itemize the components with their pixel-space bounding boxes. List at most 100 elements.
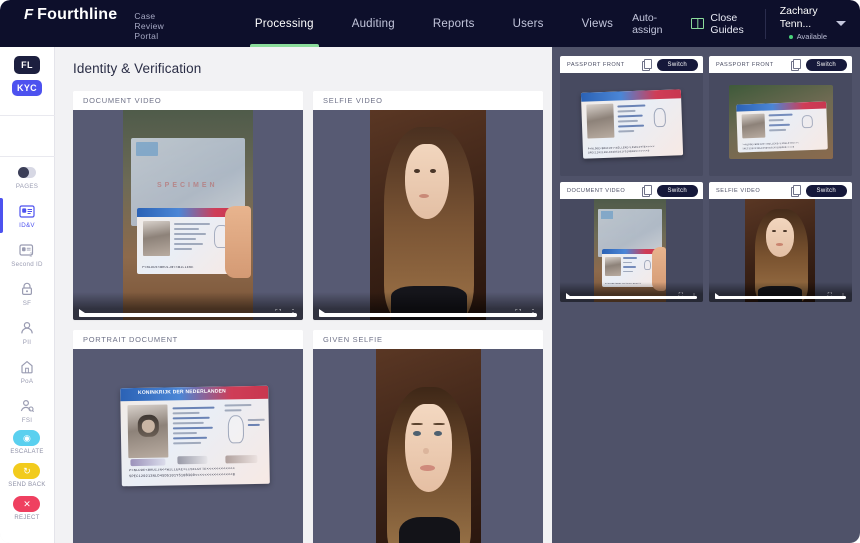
sidebar-item-label: SF (22, 300, 32, 307)
sidebar-item-idv[interactable]: ID&V (0, 196, 55, 235)
card-title: DOCUMENT VIDEO (73, 91, 303, 110)
rp-card-title: SELFIE VIDEO (716, 187, 761, 194)
close-icon: ✕ (13, 496, 41, 512)
sidebar-actions: ◉ ESCALATE ↻ SEND BACK ✕ REJECT (8, 430, 45, 543)
id-card-two-icon: 2 (18, 242, 36, 258)
video-controls[interactable]: ⛶ ⋮ (709, 282, 852, 302)
rp-card-header: PASSPORT FRONT Switch (560, 56, 703, 73)
refresh-icon: ↻ (13, 463, 41, 479)
switch-button[interactable]: Switch (656, 184, 698, 197)
switch-button[interactable]: Switch (805, 58, 847, 71)
selfie-video-player[interactable]: ⛶ ⋮ (313, 110, 543, 320)
given-selfie-image[interactable] (313, 349, 543, 543)
rp-media[interactable]: P<NLDDE<BRUIJN<<WILLEKE<LISELOTTE<<<<< SP… (560, 73, 703, 176)
user-menu-text: Zachary Tenn... Available (780, 5, 827, 42)
user-status: Available (780, 31, 827, 42)
book-icon (691, 18, 705, 29)
rp-card-passport-front-scan: PASSPORT FRONT Switch P<NLDDE<BRUIJN<<WI… (560, 56, 703, 176)
sidebar-item-label: FSI (21, 417, 33, 424)
video-scrubber[interactable] (79, 313, 297, 317)
escalate-button[interactable]: ◉ ESCALATE (10, 430, 43, 455)
sidebar-item-label: PII (22, 339, 32, 346)
tab-reports[interactable]: Reports (414, 0, 494, 47)
sidebar-item-poa[interactable]: PoA (0, 352, 55, 391)
brand-subtitle: Case Review Portal (134, 11, 165, 41)
hand (225, 206, 251, 278)
video-controls[interactable]: ⛶ ⋮ (73, 292, 303, 320)
video-scrubber[interactable] (319, 313, 537, 317)
tab-processing[interactable]: Processing (236, 0, 333, 47)
top-navigation-bar: F Fourthline Case Review Portal Processi… (0, 0, 860, 47)
brand-name: Fourthline (37, 6, 118, 23)
copy-icon[interactable] (641, 185, 653, 197)
rp-card-title: PASSPORT FRONT (716, 61, 774, 68)
video-scrubber[interactable] (566, 296, 697, 299)
card-selfie-video: SELFIE VIDEO ⛶ ⋮ (313, 91, 543, 320)
rp-card-header: DOCUMENT VIDEO Switch (560, 182, 703, 199)
sidebar-item-label: Second ID (11, 261, 43, 268)
user-menu[interactable]: Zachary Tenn... Available (764, 5, 860, 41)
card-title: SELFIE VIDEO (313, 91, 543, 110)
document-video-player[interactable]: SPECIMEN P<NLDDE<BRUIJN<<WILLEKE ⛶ ⋮ (73, 110, 303, 320)
video-controls[interactable]: ⛶ ⋮ (313, 292, 543, 320)
sidebar-item-label: PoA (20, 378, 34, 385)
rp-media[interactable]: P<NLDDE<BRUIJN<<WILLEKE<LISELOTTE<<< SPEC… (709, 73, 852, 176)
rp-card-title: DOCUMENT VIDEO (567, 187, 626, 194)
rp-card-title: PASSPORT FRONT (567, 61, 625, 68)
video-scrubber[interactable] (715, 296, 846, 299)
rp-card-header: SELFIE VIDEO Switch (709, 182, 852, 199)
sidebar-item-sf[interactable]: SF (0, 274, 55, 313)
user-status-label: Available (796, 32, 827, 41)
send-back-label: SEND BACK (8, 482, 46, 488)
id-card-icon (18, 203, 36, 219)
tab-auditing[interactable]: Auditing (333, 0, 414, 47)
rp-media[interactable]: P<NLDDE<BRUIJN<<WILLEKE<<< ⛶ ⋮ (560, 199, 703, 302)
sidebar-toggle-pages[interactable]: PAGES (0, 157, 55, 196)
photo-frame (376, 349, 481, 543)
fourthline-logo-icon: F (24, 6, 34, 23)
rp-card-passport-front-photo: PASSPORT FRONT Switch P<NLDDE<BRUIJN<<WI… (709, 56, 852, 176)
toggle-switch-icon[interactable] (18, 164, 36, 180)
tab-users[interactable]: Users (494, 0, 563, 47)
reject-button[interactable]: ✕ REJECT (13, 496, 41, 521)
media-card-grid: DOCUMENT VIDEO SPECIMEN P<NLDDE<BRUIJN<<… (55, 76, 552, 543)
nav-right-group: Auto-assign Close Guides Zachary Tenn...… (632, 0, 860, 47)
person-portrait (370, 110, 486, 320)
card-given-selfie: GIVEN SELFIE (313, 330, 543, 543)
auto-assign-button[interactable]: Auto-assign (632, 12, 669, 36)
user-name: Zachary Tenn... (779, 5, 818, 30)
rp-media[interactable]: ⛶ ⋮ (709, 199, 852, 302)
reject-label: REJECT (14, 515, 40, 521)
status-dot-icon (788, 34, 793, 39)
person-search-icon (18, 398, 36, 414)
card-portrait-document: PORTRAIT DOCUMENT KONINKRIJK DER NEDERLA… (73, 330, 303, 543)
brand: F Fourthline Case Review Portal (0, 6, 170, 41)
card-title: PORTRAIT DOCUMENT (73, 330, 303, 349)
send-back-button[interactable]: ↻ SEND BACK (8, 463, 45, 488)
sidebar-divider-top (0, 115, 55, 117)
copy-icon[interactable] (790, 185, 802, 197)
escalate-label: ESCALATE (10, 449, 44, 455)
chevron-down-icon[interactable] (836, 21, 846, 26)
sidebar-item-second-id[interactable]: 2 Second ID (0, 235, 55, 274)
card-document-video: DOCUMENT VIDEO SPECIMEN P<NLDDE<BRUIJN<<… (73, 91, 303, 320)
home-icon (18, 359, 36, 375)
rp-card-selfie-video: SELFIE VIDEO Switch ⛶ ⋮ (709, 182, 852, 302)
sidebar-item-fsi[interactable]: FSI (0, 391, 55, 430)
close-guides-button[interactable]: Close Guides (691, 12, 746, 36)
video-controls[interactable]: ⛶ ⋮ (560, 282, 703, 302)
badge-fl[interactable]: FL (14, 56, 40, 74)
video-frame: SPECIMEN P<NLDDE<BRUIJN<<WILLEKE (123, 110, 253, 320)
sidebar-item-label: PAGES (15, 183, 39, 190)
switch-button[interactable]: Switch (805, 184, 847, 197)
copy-icon[interactable] (641, 59, 653, 71)
badge-kyc[interactable]: KYC (12, 79, 42, 97)
rp-card-document-video: DOCUMENT VIDEO Switch ⛶ ⋮ (560, 182, 703, 302)
tab-views[interactable]: Views (563, 0, 632, 47)
right-panel-grid: PASSPORT FRONT Switch P<NLDDE<BRUIJN<<WI… (560, 56, 852, 302)
rp-card-header: PASSPORT FRONT Switch (709, 56, 852, 73)
portrait-document-image[interactable]: KONINKRIJK DER NEDERLANDEN P<NLDDE<BRUIJ… (73, 349, 303, 543)
switch-button[interactable]: Switch (656, 58, 698, 71)
sidebar-item-pii[interactable]: PII (0, 313, 55, 352)
copy-icon[interactable] (790, 59, 802, 71)
